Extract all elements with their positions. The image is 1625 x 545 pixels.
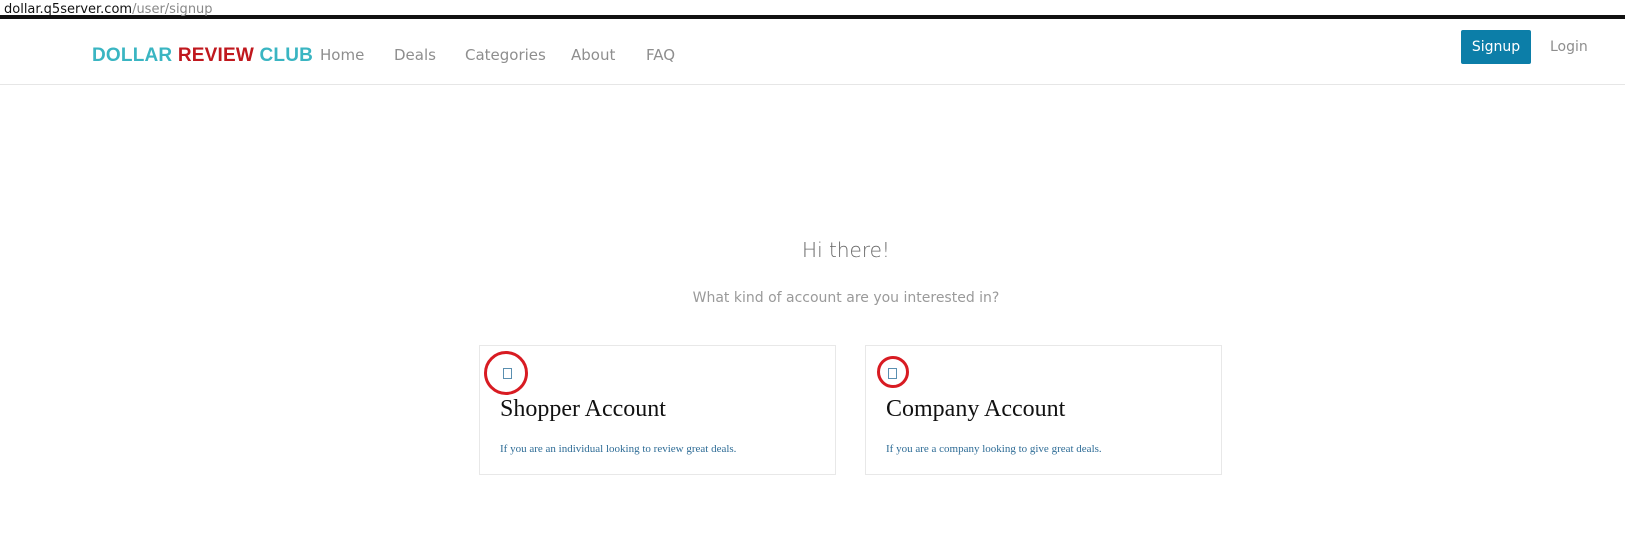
site-logo[interactable]: DOLLAR REVIEW CLUB (92, 45, 313, 67)
signup-button[interactable]: Signup (1461, 30, 1531, 64)
login-link[interactable]: Login (1550, 32, 1588, 62)
address-bar[interactable]: dollar.q5server.com/user/signup (0, 0, 1625, 19)
card-description: If you are an individual looking to revi… (500, 443, 737, 455)
page-greeting: Hi there! (802, 238, 890, 262)
shopper-account-card[interactable]: Shopper Account If you are an individual… (479, 345, 836, 475)
nav-deals[interactable]: Deals (394, 40, 436, 70)
nav-categories[interactable]: Categories (465, 40, 546, 70)
card-title: Company Account (886, 396, 1066, 422)
url-path: /user/signup (132, 2, 213, 17)
card-title: Shopper Account (500, 396, 666, 422)
nav-faq[interactable]: FAQ (646, 40, 675, 70)
card-description: If you are a company looking to give gre… (886, 443, 1102, 455)
top-navbar: DOLLAR REVIEW CLUB Home Deals Categories… (0, 23, 1625, 85)
url-host: dollar.q5server.com (4, 2, 133, 17)
nav-about[interactable]: About (571, 40, 615, 70)
annotation-circle (484, 351, 528, 395)
page-question: What kind of account are you interested … (692, 290, 1000, 306)
nav-home[interactable]: Home (320, 40, 364, 70)
company-account-card[interactable]: Company Account If you are a company loo… (865, 345, 1222, 475)
logo-word-review: REVIEW (177, 45, 254, 66)
logo-word-club: CLUB (259, 45, 314, 66)
logo-word-dollar: DOLLAR (92, 45, 173, 66)
annotation-circle (877, 356, 909, 388)
